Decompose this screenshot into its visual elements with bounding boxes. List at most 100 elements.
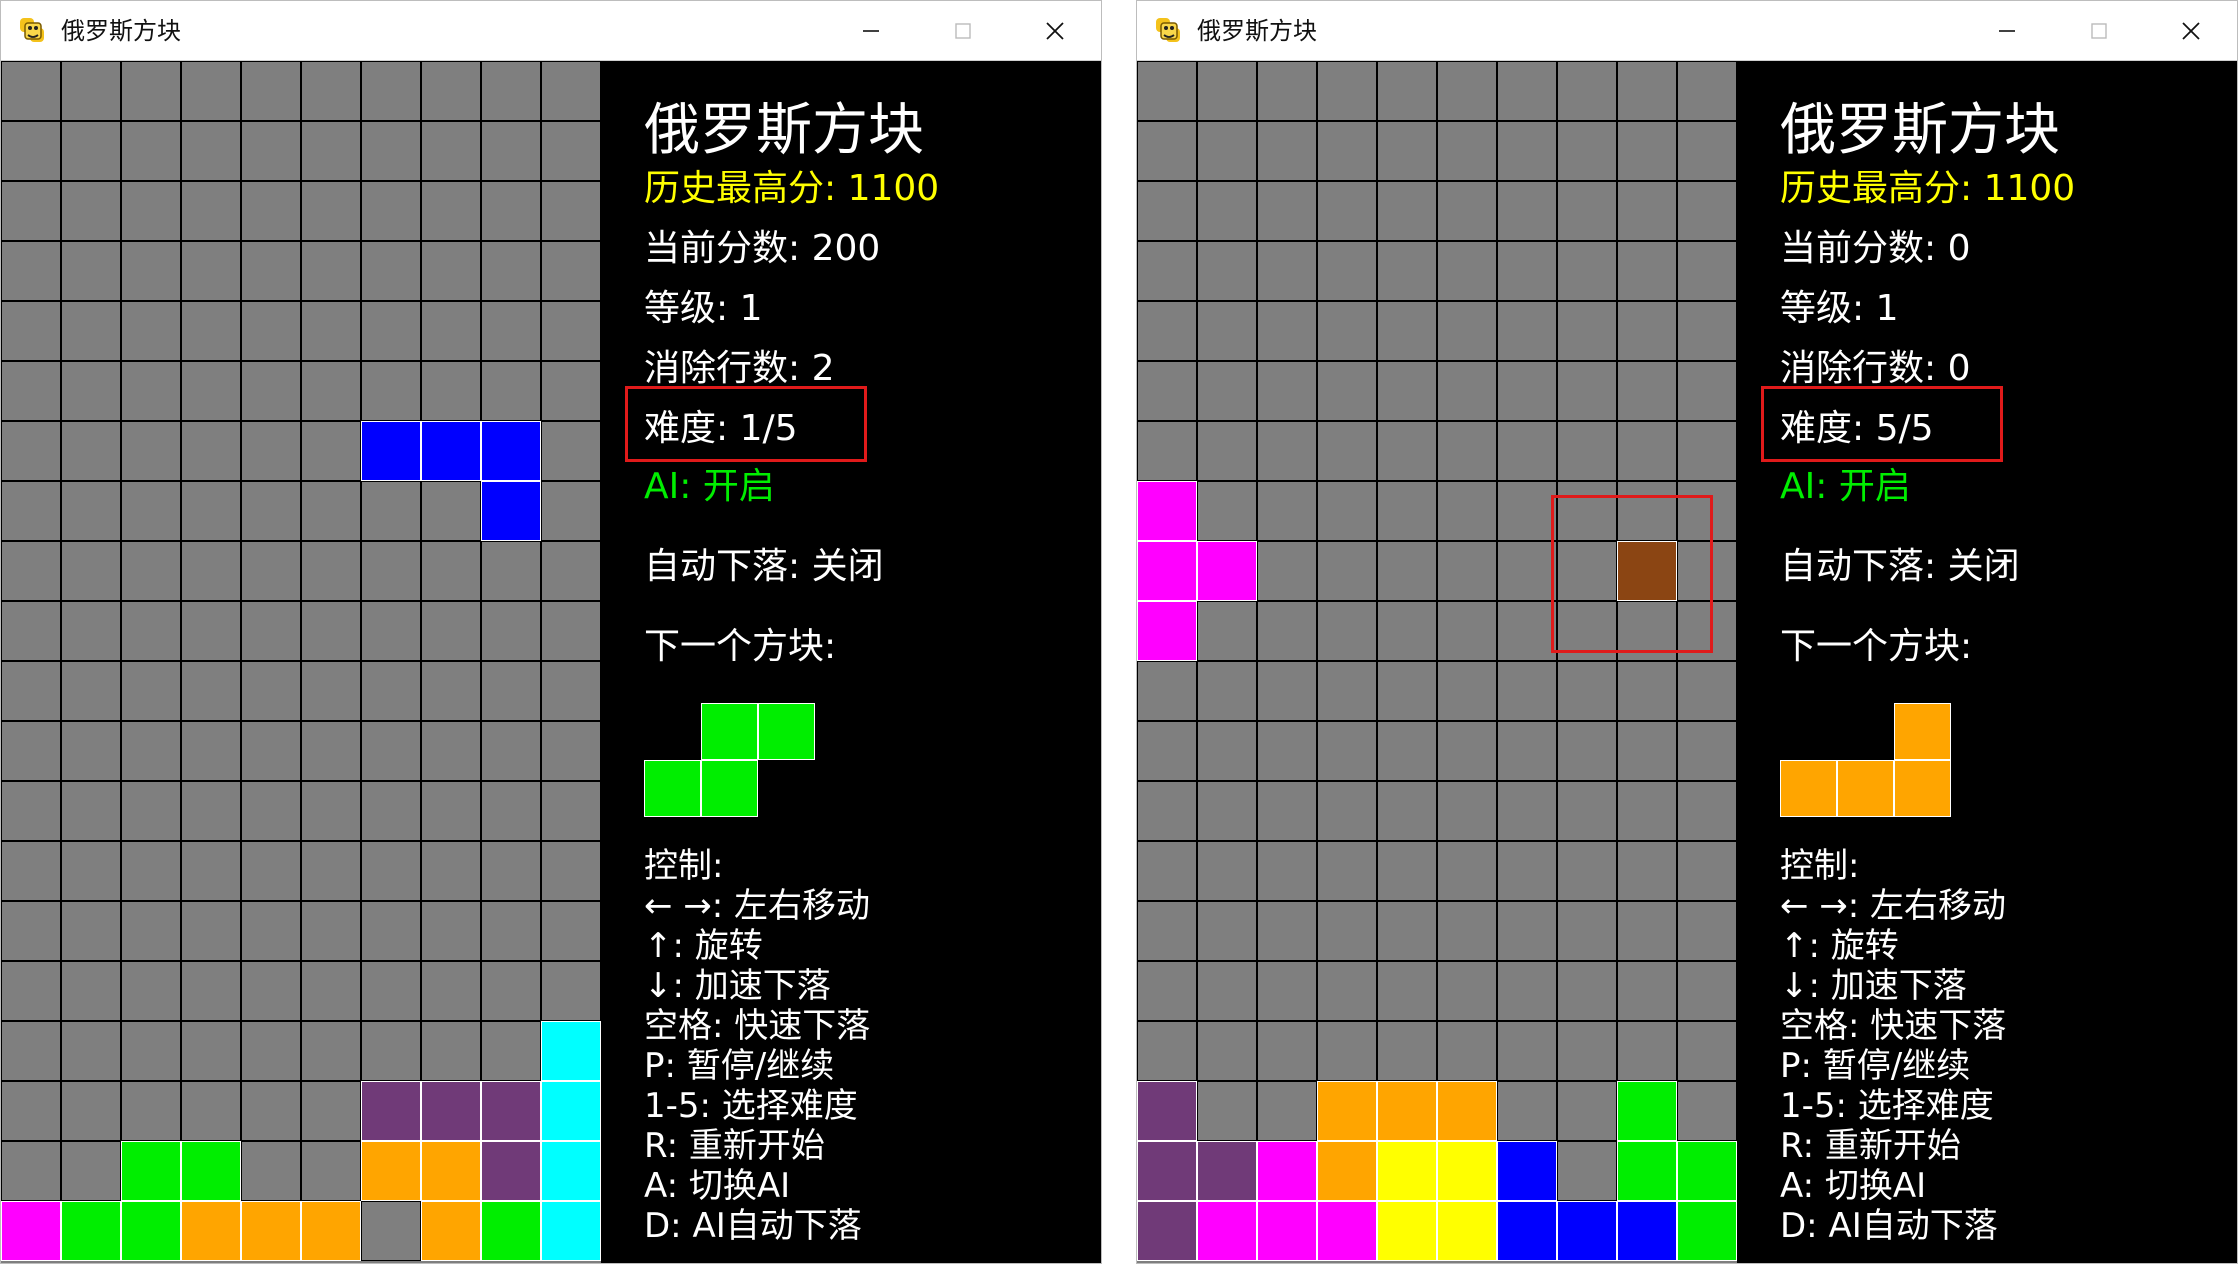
empty-cell xyxy=(421,181,481,241)
next-piece-block xyxy=(701,760,758,817)
empty-cell xyxy=(541,481,601,541)
empty-cell xyxy=(541,901,601,961)
empty-cell xyxy=(1437,421,1497,481)
empty-cell xyxy=(241,241,301,301)
empty-cell xyxy=(481,181,541,241)
close-button[interactable] xyxy=(2145,1,2237,61)
empty-cell xyxy=(121,361,181,421)
title-bar[interactable]: 俄罗斯方块 xyxy=(1,1,1101,61)
title-bar[interactable]: 俄罗斯方块 xyxy=(1137,1,2237,61)
empty-cell xyxy=(1317,721,1377,781)
tetromino-block xyxy=(181,1141,241,1201)
empty-cell xyxy=(1557,841,1617,901)
empty-cell xyxy=(301,721,361,781)
empty-cell xyxy=(1137,721,1197,781)
empty-cell xyxy=(1557,421,1617,481)
tetromino-block xyxy=(121,1141,181,1201)
empty-cell xyxy=(1197,841,1257,901)
empty-cell xyxy=(301,961,361,1021)
empty-cell xyxy=(1317,121,1377,181)
empty-cell xyxy=(61,241,121,301)
empty-cell xyxy=(301,241,361,301)
empty-cell xyxy=(1557,1021,1617,1081)
empty-cell xyxy=(541,541,601,601)
tetromino-block xyxy=(421,421,481,481)
lines-cleared-text: 消除行数: 0 xyxy=(1780,348,1971,389)
maximize-button[interactable] xyxy=(2053,1,2145,61)
empty-cell xyxy=(1677,1021,1737,1081)
empty-cell xyxy=(1,781,61,841)
empty-cell xyxy=(1677,1081,1737,1141)
game-board[interactable] xyxy=(1,61,601,1263)
empty-cell xyxy=(1617,181,1677,241)
controls-line: D: AI自动下落 xyxy=(644,1206,862,1246)
minimize-button[interactable] xyxy=(1961,1,2053,61)
controls-line: A: 切换AI xyxy=(644,1166,791,1206)
empty-cell xyxy=(1677,841,1737,901)
empty-cell xyxy=(1197,181,1257,241)
empty-cell xyxy=(1,1021,61,1081)
next-piece-label: 下一个方块: xyxy=(644,626,837,667)
empty-cell xyxy=(1,961,61,1021)
empty-cell xyxy=(1,241,61,301)
empty-cell xyxy=(1317,901,1377,961)
next-piece-block xyxy=(701,703,758,760)
empty-cell xyxy=(1557,901,1617,961)
game-board[interactable] xyxy=(1137,61,1737,1263)
empty-cell xyxy=(541,721,601,781)
empty-cell xyxy=(1317,661,1377,721)
empty-cell xyxy=(1377,421,1437,481)
controls-line: 1-5: 选择难度 xyxy=(644,1086,858,1126)
empty-cell xyxy=(361,121,421,181)
empty-cell xyxy=(361,361,421,421)
empty-cell xyxy=(181,661,241,721)
empty-cell xyxy=(1137,61,1197,121)
empty-cell xyxy=(121,421,181,481)
minimize-button[interactable] xyxy=(825,1,917,61)
tetromino-block xyxy=(1137,541,1197,601)
tetromino-block xyxy=(1617,1201,1677,1261)
controls-line: ← →: 左右移动 xyxy=(1780,886,2007,926)
empty-cell xyxy=(1317,541,1377,601)
empty-cell xyxy=(1437,241,1497,301)
empty-cell xyxy=(361,601,421,661)
current-score-text: 当前分数: 200 xyxy=(644,228,881,269)
empty-cell xyxy=(421,241,481,301)
controls-line: D: AI自动下落 xyxy=(1780,1206,1998,1246)
empty-cell xyxy=(1197,961,1257,1021)
empty-cell xyxy=(1377,241,1437,301)
empty-cell xyxy=(1377,301,1437,361)
empty-cell xyxy=(361,661,421,721)
empty-cell xyxy=(1377,841,1437,901)
empty-cell xyxy=(1377,901,1437,961)
empty-cell xyxy=(181,1081,241,1141)
empty-cell xyxy=(301,841,361,901)
empty-cell xyxy=(361,301,421,361)
empty-cell xyxy=(1137,181,1197,241)
empty-cell xyxy=(241,661,301,721)
empty-cell xyxy=(1677,961,1737,1021)
empty-cell xyxy=(1557,721,1617,781)
empty-cell xyxy=(241,901,301,961)
empty-cell xyxy=(181,241,241,301)
empty-cell xyxy=(1197,781,1257,841)
empty-cell xyxy=(301,901,361,961)
tetromino-block xyxy=(481,1141,541,1201)
empty-cell xyxy=(1437,961,1497,1021)
empty-cell xyxy=(241,961,301,1021)
info-panel: 俄罗斯方块 历史最高分: 1100 当前分数: 200 等级: 1 消除行数: … xyxy=(601,61,1101,1263)
empty-cell xyxy=(1497,361,1557,421)
maximize-button[interactable] xyxy=(917,1,1009,61)
empty-cell xyxy=(241,121,301,181)
empty-cell xyxy=(61,601,121,661)
empty-cell xyxy=(541,841,601,901)
tetromino-block xyxy=(541,1141,601,1201)
empty-cell xyxy=(361,481,421,541)
empty-cell xyxy=(121,301,181,361)
next-piece-block xyxy=(644,760,701,817)
empty-cell xyxy=(421,301,481,361)
empty-cell xyxy=(1677,901,1737,961)
empty-cell xyxy=(1437,721,1497,781)
tetromino-block xyxy=(181,1201,241,1261)
close-button[interactable] xyxy=(1009,1,1101,61)
